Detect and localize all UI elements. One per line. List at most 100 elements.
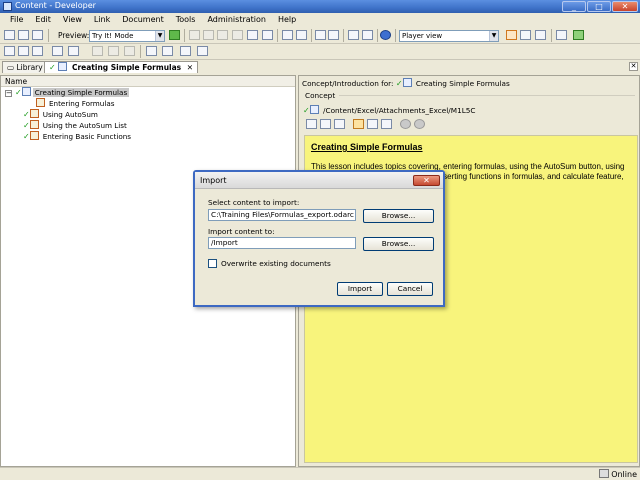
layout-split-icon[interactable] [520, 30, 531, 40]
open-folder-icon[interactable] [4, 30, 15, 40]
view-mode-select[interactable]: Player view ▼ [399, 30, 499, 42]
network-icon [599, 469, 610, 478]
chevron-down-icon[interactable]: ▼ [489, 31, 498, 41]
find-icon[interactable] [262, 30, 273, 40]
menu-administration[interactable]: Administration [201, 13, 272, 27]
close-tab-icon[interactable]: ✕ [187, 63, 193, 72]
select-content-input[interactable]: C:\Training Files\Formulas_export.odarc [208, 209, 356, 221]
main-toolbar: Preview: Try It! Mode ▼ Player view ▼ [0, 27, 640, 44]
close-pane-icon[interactable]: ✕ [629, 62, 638, 71]
content-title: Creating Simple Formulas [311, 142, 423, 152]
close-icon[interactable]: ✕ [612, 1, 638, 12]
document-icon [402, 78, 412, 87]
checkmark-icon: ✓ [303, 106, 310, 115]
redo-icon[interactable] [296, 30, 307, 40]
arrow-left-icon[interactable] [92, 46, 103, 56]
new-topic-icon[interactable] [18, 46, 29, 56]
cut-icon[interactable] [189, 30, 200, 40]
checkmark-icon: ✓ [23, 110, 30, 119]
outline-icon[interactable] [52, 46, 63, 56]
status-bar: Online [0, 467, 640, 480]
tab-creating-simple-formulas[interactable]: ✓ Creating Simple Formulas ✕ [44, 61, 199, 73]
cancel-button[interactable]: Cancel [387, 282, 433, 296]
concept-path-row: ✓ /Content/Excel/Attachments_Excel/M1L5C [303, 105, 476, 115]
disabled-circle-icon[interactable] [414, 119, 425, 129]
preview-mode-select[interactable]: Try It! Mode ▼ [89, 30, 165, 42]
new-document-icon[interactable] [4, 46, 15, 56]
print-icon[interactable] [32, 30, 43, 40]
browse-source-button[interactable]: Browse... [363, 209, 434, 223]
window-title-bar: Content - Developer _ □ ✕ [0, 0, 640, 13]
minimize-icon[interactable]: _ [562, 1, 586, 12]
concept-path[interactable]: /Content/Excel/Attachments_Excel/M1L5C [323, 106, 475, 115]
question-icon[interactable] [68, 46, 79, 56]
tree-item[interactable]: ✓ Using the AutoSum List [23, 120, 129, 131]
attach-icon[interactable] [162, 46, 173, 56]
new-section-icon[interactable] [32, 46, 43, 56]
browse-target-button[interactable]: Browse... [363, 237, 434, 251]
tab-library-label: Library [16, 63, 43, 72]
menu-bar: File Edit View Link Document Tools Admin… [0, 13, 640, 27]
tree-item[interactable]: ✓ Entering Basic Functions [23, 131, 133, 142]
checkmark-icon: ✓ [395, 79, 403, 88]
image-icon[interactable] [180, 46, 191, 56]
topic-icon [29, 109, 39, 118]
link-icon[interactable] [146, 46, 157, 56]
menu-tools[interactable]: Tools [170, 13, 202, 27]
binoculars-icon[interactable] [348, 30, 359, 40]
toolbar-separator [277, 29, 278, 42]
checkmark-icon: ✓ [15, 88, 22, 97]
maximize-icon[interactable]: □ [587, 1, 611, 12]
tab-document-label: Creating Simple Formulas [71, 63, 182, 72]
go-icon[interactable] [169, 30, 180, 40]
dialog-body: Select content to import: C:\Training Fi… [195, 189, 443, 307]
properties-icon[interactable] [247, 30, 258, 40]
close-icon[interactable]: ✕ [413, 175, 440, 186]
settings-icon[interactable] [367, 119, 378, 129]
collapse-toggle-icon[interactable]: − [5, 90, 12, 97]
publish-icon[interactable] [556, 30, 567, 40]
import-button[interactable]: Import [337, 282, 383, 296]
open-icon[interactable] [320, 119, 331, 129]
unlink-icon[interactable] [197, 46, 208, 56]
menu-view[interactable]: View [57, 13, 88, 27]
checkmark-icon: ✓ [23, 121, 30, 130]
link-icon[interactable] [306, 119, 317, 129]
menu-file[interactable]: File [4, 13, 29, 27]
name-column-header[interactable]: Name [1, 76, 295, 87]
web-page-icon [309, 105, 319, 114]
edit-pencil-icon[interactable] [353, 119, 364, 129]
copy-icon[interactable] [203, 30, 214, 40]
arrow-right-icon[interactable] [108, 46, 119, 56]
remove-link-icon[interactable] [334, 119, 345, 129]
concept-for-value[interactable]: Creating Simple Formulas [416, 79, 510, 88]
expand-icon[interactable] [315, 30, 326, 40]
paste-icon[interactable] [217, 30, 228, 40]
arrow-down-icon[interactable] [124, 46, 135, 56]
menu-help[interactable]: Help [272, 13, 302, 27]
menu-link[interactable]: Link [88, 13, 116, 27]
preview-icon[interactable] [381, 119, 392, 129]
tree-item[interactable]: Entering Formulas [29, 98, 117, 109]
layout-single-icon[interactable] [506, 30, 517, 40]
undo-icon[interactable] [282, 30, 293, 40]
tree-item[interactable]: ✓ Creating Simple Formulas [15, 87, 130, 98]
chevron-down-icon[interactable]: ▼ [155, 31, 164, 41]
disabled-circle-icon[interactable] [400, 119, 411, 129]
toolbar-separator [377, 29, 378, 42]
overwrite-checkbox[interactable] [208, 259, 217, 268]
toolbar-separator [551, 29, 552, 42]
tree-item[interactable]: ✓ Using AutoSum [23, 109, 100, 120]
delete-icon[interactable] [232, 30, 243, 40]
refresh-icon[interactable] [573, 30, 584, 40]
layout-columns-icon[interactable] [535, 30, 546, 40]
tab-library[interactable]: ▭ Library [2, 61, 48, 73]
menu-document[interactable]: Document [116, 13, 169, 27]
spell-check-icon[interactable] [362, 30, 373, 40]
save-icon[interactable] [18, 30, 29, 40]
collapse-icon[interactable] [328, 30, 339, 40]
import-to-input[interactable]: /Import [208, 237, 356, 249]
preview-label: Preview: [58, 31, 90, 40]
help-icon[interactable] [380, 30, 391, 40]
menu-edit[interactable]: Edit [29, 13, 57, 27]
